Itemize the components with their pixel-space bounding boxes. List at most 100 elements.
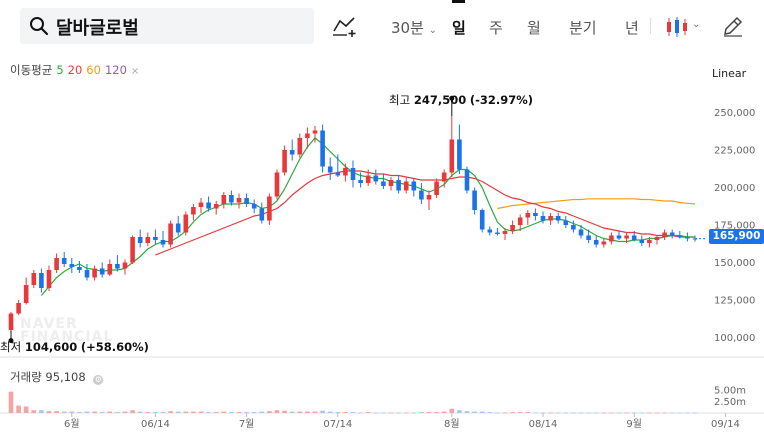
x-axis-tick-label: 7월 xyxy=(239,418,255,430)
candle-body xyxy=(525,213,531,218)
candle-body xyxy=(479,210,485,230)
volume-bar xyxy=(289,411,295,413)
candle-body xyxy=(289,150,295,155)
candle-body xyxy=(305,133,310,138)
volume-bar xyxy=(92,411,97,413)
candle-body xyxy=(335,172,341,176)
candle-body xyxy=(426,195,432,200)
volume-bar xyxy=(160,412,166,413)
volume-bar xyxy=(198,411,204,413)
volume-bars xyxy=(8,391,698,414)
volume-bar xyxy=(502,412,508,414)
ma-legend-title: 이동평균 xyxy=(10,63,53,77)
candle-body xyxy=(130,237,135,263)
volume-bar xyxy=(335,412,341,413)
volume-bar xyxy=(662,412,667,414)
volume-bar xyxy=(282,410,287,413)
candle-body xyxy=(206,202,211,209)
volume-bar xyxy=(61,411,67,413)
candle-body xyxy=(297,138,303,155)
close-icon[interactable]: × xyxy=(131,66,139,77)
volume-bar xyxy=(305,411,310,413)
volume-bar xyxy=(168,411,173,413)
volume-bar xyxy=(396,412,401,414)
ma20-line xyxy=(155,170,695,256)
candle-body xyxy=(343,168,348,176)
ma120-label[interactable]: 120 xyxy=(105,63,127,77)
volume-bar xyxy=(495,412,500,414)
candle-body xyxy=(358,180,363,183)
volume-bar xyxy=(31,410,37,413)
volume-bar xyxy=(8,391,14,413)
volume-bar xyxy=(441,411,447,413)
candle-body xyxy=(373,175,379,182)
candle-body xyxy=(388,180,394,186)
candle-body xyxy=(571,225,576,230)
y-axis-tick-label: 225,000 xyxy=(714,146,755,157)
candle-body xyxy=(449,139,455,173)
candle-body xyxy=(236,198,242,203)
volume-bar xyxy=(23,406,29,413)
candle-body xyxy=(677,235,683,237)
x-axis-tick-label: 08/14 xyxy=(529,419,558,430)
volume-bar xyxy=(669,412,675,414)
volume-bar xyxy=(434,412,439,413)
candle-body xyxy=(145,237,151,243)
candle-body xyxy=(312,130,318,134)
volume-value: 95,108 xyxy=(45,370,86,384)
volume-bar xyxy=(183,411,189,413)
candle-body xyxy=(160,240,166,245)
volume-bar xyxy=(533,412,538,414)
volume-bar xyxy=(578,412,584,414)
volume-bar xyxy=(616,412,622,414)
candle-body xyxy=(282,150,287,173)
volume-bar xyxy=(343,412,348,413)
ma5-label[interactable]: 5 xyxy=(56,63,63,77)
volume-bar xyxy=(122,411,128,413)
ma20-label[interactable]: 20 xyxy=(68,63,83,77)
candle-body xyxy=(168,223,173,245)
gear-icon[interactable]: ⚙ xyxy=(93,375,104,385)
chart-axes: 250,000225,000200,000175,000150,000125,0… xyxy=(8,95,755,430)
candle-body xyxy=(115,264,120,269)
low-value: 104,600 xyxy=(24,340,78,354)
volume-bar xyxy=(115,412,120,413)
y-axis-tick-label: 250,000 xyxy=(714,108,755,119)
volume-bar xyxy=(107,411,113,413)
candle-body xyxy=(16,303,21,314)
candle-body xyxy=(472,190,477,210)
candle-body xyxy=(23,285,29,303)
candle-body xyxy=(419,190,424,200)
x-axis-tick-label: 9월 xyxy=(626,418,642,430)
volume-bar xyxy=(692,412,698,414)
volume-bar xyxy=(593,412,599,414)
y-axis-tick-label: 200,000 xyxy=(714,183,755,194)
volume-bar xyxy=(259,411,265,413)
candle-body xyxy=(601,241,607,245)
candle-body xyxy=(61,258,67,264)
candle-body xyxy=(669,232,675,236)
volume-bar xyxy=(654,412,660,414)
candle-body xyxy=(327,166,333,173)
volume-title: 거래량 xyxy=(10,370,42,384)
high-change: (-32.97%) xyxy=(469,93,534,107)
candle-body xyxy=(548,216,553,221)
volume-bar xyxy=(647,412,652,414)
volume-bar xyxy=(213,412,219,413)
candle-body xyxy=(107,264,113,275)
volume-bar xyxy=(624,412,629,414)
volume-bar xyxy=(320,410,325,413)
candle-body xyxy=(647,240,652,243)
volume-bar xyxy=(677,412,683,414)
candle-body xyxy=(175,223,181,233)
volume-bar xyxy=(99,412,105,413)
volume-bar xyxy=(251,412,257,413)
x-axis-tick-label: 07/14 xyxy=(323,419,352,430)
candle-body xyxy=(495,232,500,234)
candle-body xyxy=(609,235,614,242)
scale-mode-button[interactable]: Linear xyxy=(712,67,746,80)
ma60-label[interactable]: 60 xyxy=(86,63,101,77)
candle-body xyxy=(639,240,645,243)
candle-body xyxy=(251,204,257,209)
candle-body xyxy=(99,268,105,275)
